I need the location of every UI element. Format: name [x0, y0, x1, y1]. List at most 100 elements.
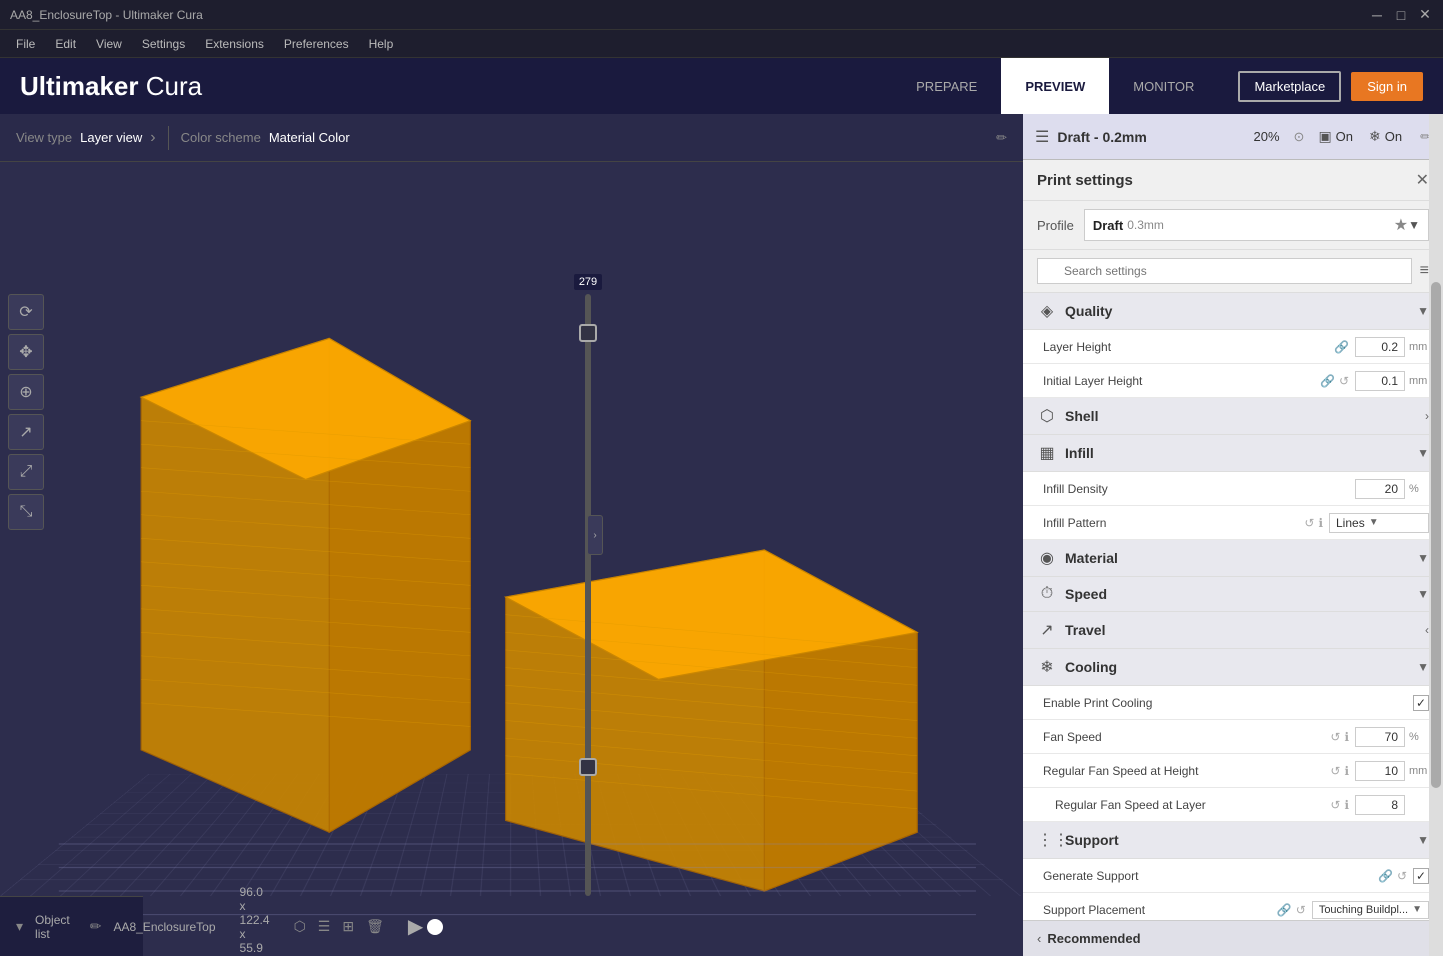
section-shell[interactable]: ⬡ Shell › [1023, 398, 1443, 435]
object-name: AA8_EnclosureTop [113, 920, 215, 934]
tool-pan[interactable]: ✥ [8, 334, 44, 370]
menu-preferences[interactable]: Preferences [276, 35, 357, 53]
menu-help[interactable]: Help [361, 35, 402, 53]
print-settings-close[interactable]: ✕ [1416, 170, 1429, 190]
menu-file[interactable]: File [8, 35, 43, 53]
scrollbar[interactable] [1429, 114, 1443, 956]
layer-slider[interactable]: 279 [573, 274, 603, 896]
view-type-toggle[interactable]: › [150, 129, 155, 147]
fan-speed-value[interactable]: 70 [1355, 727, 1405, 747]
profile-dropdown[interactable]: Draft 0.3mm ★ ▼ [1084, 209, 1429, 241]
infill-pattern-dropdown[interactable]: Lines ▼ [1329, 513, 1429, 533]
generate-support-checkbox[interactable]: ✓ [1413, 868, 1429, 884]
layer-handle-bottom[interactable] [579, 758, 597, 776]
signin-btn[interactable]: Sign in [1351, 72, 1423, 101]
section-cooling[interactable]: ❄ Cooling ▼ [1023, 649, 1443, 686]
gs-link-icon[interactable]: 🔗 [1378, 869, 1393, 883]
infill-density-value[interactable]: 20 [1355, 479, 1405, 499]
viewport[interactable]: View type Layer view › Color scheme Mate… [0, 114, 1023, 956]
layer-handle-top[interactable] [579, 324, 597, 342]
recommended-bar[interactable]: ‹ Recommended [1023, 920, 1443, 956]
sp-link-icon[interactable]: 🔗 [1277, 903, 1292, 917]
enable-cooling-checkbox[interactable]: ✓ [1413, 695, 1429, 711]
rfl-reset-icon[interactable]: ↺ [1330, 798, 1340, 812]
on-badge-1: ▣ On [1318, 128, 1353, 145]
setting-support-placement: Support Placement 🔗 ↺ Touching Buildpl..… [1023, 893, 1443, 920]
color-scheme-label: Color scheme [181, 130, 261, 145]
link-icon[interactable]: 🔗 [1334, 340, 1349, 354]
fan-info-icon[interactable]: ℹ [1344, 730, 1349, 744]
infill-density-unit: % [1409, 483, 1429, 495]
fan-reset-icon[interactable]: ↺ [1330, 730, 1340, 744]
maximize-btn[interactable]: □ [1393, 7, 1409, 23]
model-view [0, 162, 1023, 956]
scrollbar-thumb[interactable] [1431, 282, 1441, 787]
speed-title: Speed [1065, 586, 1409, 602]
nav-monitor[interactable]: MONITOR [1109, 58, 1218, 114]
search-input[interactable] [1037, 258, 1412, 284]
regular-fan-height-name: Regular Fan Speed at Height [1043, 764, 1330, 778]
layer-track[interactable] [585, 294, 591, 896]
tool-move[interactable]: ⤢ [8, 454, 44, 490]
quality-icon: ◈ [1037, 301, 1057, 321]
initial-layer-value[interactable]: 0.1 [1355, 371, 1405, 391]
object-edit-icon[interactable]: ✏ [90, 918, 102, 935]
tool-select[interactable]: ↗ [8, 414, 44, 450]
gs-reset-icon[interactable]: ↺ [1397, 869, 1407, 883]
infill-title: Infill [1065, 445, 1409, 461]
nav: PREPARE PREVIEW MONITOR [892, 58, 1218, 114]
infill-chevron: ▼ [1417, 446, 1429, 460]
profile-star-icon[interactable]: ★ [1394, 215, 1408, 235]
close-btn[interactable]: ✕ [1417, 7, 1433, 23]
nav-preview[interactable]: PREVIEW [1001, 58, 1109, 114]
reset-icon-2[interactable]: ↺ [1304, 516, 1314, 530]
rfh-reset-icon[interactable]: ↺ [1330, 764, 1340, 778]
section-infill[interactable]: ▦ Infill ▼ [1023, 435, 1443, 472]
info-icon-1[interactable]: ℹ [1318, 516, 1323, 530]
print-settings-panel: Print settings ✕ Profile Draft 0.3mm ★ ▼… [1023, 160, 1443, 920]
cooling-icon: ❄ [1369, 128, 1381, 145]
regular-fan-height-unit: mm [1409, 765, 1429, 777]
support-placement-dropdown[interactable]: Touching Buildpl... ▼ [1312, 901, 1429, 919]
menu-extensions[interactable]: Extensions [197, 35, 272, 53]
recommended-chevron[interactable]: ‹ [1037, 931, 1041, 946]
marketplace-btn[interactable]: Marketplace [1238, 71, 1341, 102]
recommended-label[interactable]: Recommended [1047, 931, 1140, 946]
link-icon-2[interactable]: 🔗 [1320, 374, 1335, 388]
copy-icon[interactable]: ⊞ [342, 918, 354, 935]
reset-icon-1[interactable]: ↺ [1339, 374, 1349, 388]
layer-height-value[interactable]: 0.2 [1355, 337, 1405, 357]
section-material[interactable]: ◉ Material ▼ [1023, 540, 1443, 577]
travel-title: Travel [1065, 622, 1417, 638]
minimize-btn[interactable]: ─ [1369, 7, 1385, 23]
menubar: File Edit View Settings Extensions Prefe… [0, 30, 1443, 58]
menu-view[interactable]: View [88, 35, 130, 53]
viewport-edit-icon[interactable]: ✏ [996, 130, 1007, 146]
regular-fan-height-value[interactable]: 10 [1355, 761, 1405, 781]
regular-fan-layer-value[interactable]: 8 [1355, 795, 1405, 815]
sp-reset-icon[interactable]: ↺ [1296, 903, 1306, 917]
search-row: 🔍 ≡ [1023, 250, 1443, 293]
nav-prepare[interactable]: PREPARE [892, 58, 1001, 114]
section-speed[interactable]: ⏱ Speed ▼ [1023, 577, 1443, 612]
3d-view-icon[interactable]: ⬡ [294, 918, 306, 935]
rfl-info-icon[interactable]: ℹ [1344, 798, 1349, 812]
on-label-1: On [1336, 129, 1353, 144]
tool-scale[interactable]: ⤡ [8, 494, 44, 530]
speed-chevron: ▼ [1417, 587, 1429, 601]
menu-edit[interactable]: Edit [47, 35, 84, 53]
menu-settings[interactable]: Settings [134, 35, 193, 53]
layer-progress-thumb[interactable] [427, 919, 443, 935]
settings-menu-icon[interactable]: ≡ [1420, 262, 1429, 280]
rfh-info-icon[interactable]: ℹ [1344, 764, 1349, 778]
section-quality[interactable]: ◈ Quality ▼ [1023, 293, 1443, 330]
list-view-icon[interactable]: ☰ [318, 918, 331, 935]
section-travel[interactable]: ↗ Travel ‹ [1023, 612, 1443, 649]
tool-zoom[interactable]: ⊕ [8, 374, 44, 410]
panel-expand-handle[interactable]: › [587, 515, 603, 555]
delete-icon[interactable]: 🗑 [366, 918, 384, 935]
tool-orbit[interactable]: ⟳ [8, 294, 44, 330]
collapse-icon[interactable]: ▾ [16, 918, 23, 935]
section-support[interactable]: ⋮⋮ Support ▼ [1023, 822, 1443, 859]
play-button[interactable]: ▶ [408, 914, 423, 939]
